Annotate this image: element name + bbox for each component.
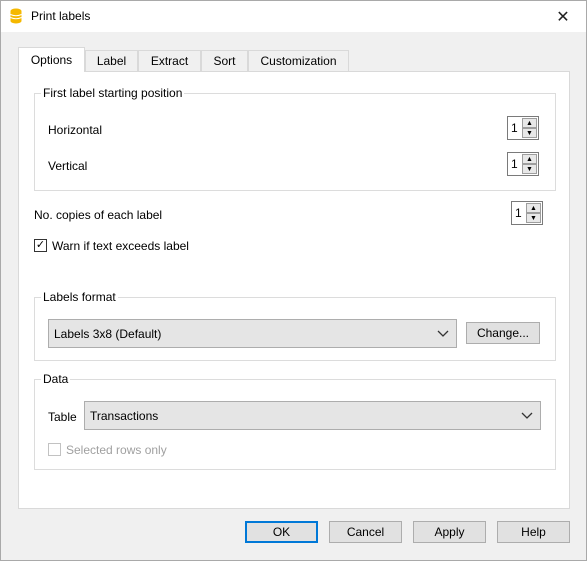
table-label: Table: [48, 410, 77, 424]
options-panel: First label starting position Horizontal…: [18, 71, 570, 509]
first-label-group-title: First label starting position: [41, 86, 185, 100]
close-icon[interactable]: ✕: [540, 1, 586, 32]
change-button[interactable]: Change...: [466, 322, 540, 344]
labels-format-select[interactable]: Labels 3x8 (Default): [48, 319, 457, 348]
labels-format-group-title: Labels format: [41, 290, 118, 304]
apply-button[interactable]: Apply: [413, 521, 486, 543]
data-group: Data Table Transactions Selected rows on…: [34, 372, 556, 470]
spin-up-icon[interactable]: ▲: [522, 154, 537, 164]
vertical-label: Vertical: [48, 159, 88, 173]
chevron-down-icon: [521, 412, 533, 419]
spin-up-icon[interactable]: ▲: [522, 118, 537, 128]
window-title: Print labels: [31, 9, 91, 23]
tab-options[interactable]: Options: [18, 47, 85, 72]
database-icon: [10, 8, 22, 24]
selected-rows-label: Selected rows only: [66, 443, 167, 457]
horizontal-label: Horizontal: [48, 123, 103, 137]
horizontal-spinbox[interactable]: 1 ▲ ▼: [507, 116, 539, 140]
spin-down-icon[interactable]: ▼: [526, 213, 541, 223]
spin-up-icon[interactable]: ▲: [526, 203, 541, 213]
ok-button[interactable]: OK: [245, 521, 318, 543]
copies-label: No. copies of each label: [34, 208, 163, 222]
tab-label[interactable]: Label: [85, 50, 138, 71]
print-labels-dialog: Print labels ✕ Options Label Extract Sor…: [0, 0, 587, 561]
tab-customization[interactable]: Customization: [248, 50, 349, 71]
spin-down-icon[interactable]: ▼: [522, 128, 537, 138]
vertical-spinbox[interactable]: 1 ▲ ▼: [507, 152, 539, 176]
title-bar: Print labels ✕: [1, 1, 586, 32]
chevron-down-icon: [437, 330, 449, 337]
tab-sort[interactable]: Sort: [201, 50, 248, 71]
warn-checkbox[interactable]: ✓: [34, 239, 47, 252]
cancel-button[interactable]: Cancel: [329, 521, 402, 543]
table-select[interactable]: Transactions: [84, 401, 541, 430]
data-group-title: Data: [41, 372, 71, 386]
first-label-group: First label starting position Horizontal…: [34, 86, 556, 191]
copies-spinbox[interactable]: 1 ▲ ▼: [511, 201, 543, 225]
tab-extract[interactable]: Extract: [138, 50, 201, 71]
spin-down-icon[interactable]: ▼: [522, 164, 537, 174]
help-button[interactable]: Help: [497, 521, 570, 543]
selected-rows-checkbox[interactable]: [48, 443, 61, 456]
labels-format-group: Labels format Labels 3x8 (Default) Chang…: [34, 290, 556, 361]
warn-label: Warn if text exceeds label: [52, 239, 189, 253]
